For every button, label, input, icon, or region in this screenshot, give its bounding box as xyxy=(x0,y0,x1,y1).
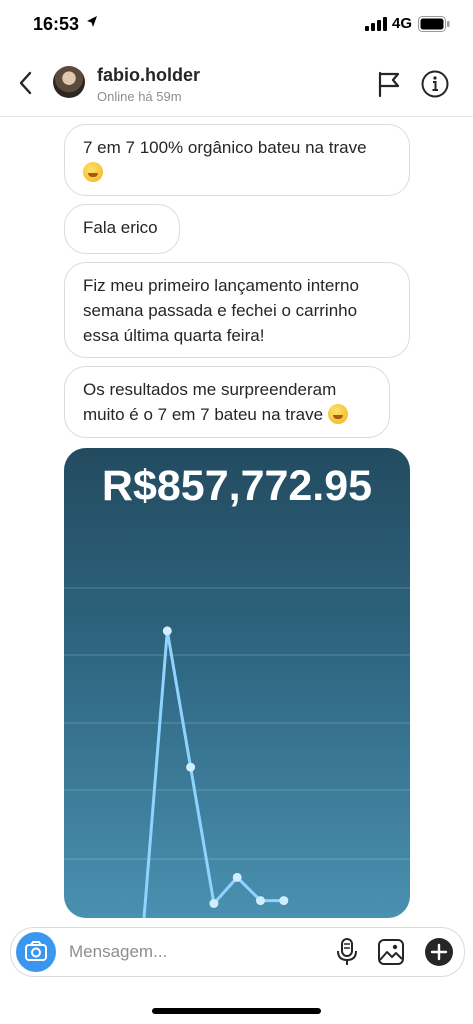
avatar[interactable] xyxy=(53,66,85,98)
status-time: 16:53 xyxy=(33,14,80,34)
message-bubble[interactable]: Fala erico xyxy=(64,204,180,254)
flag-icon[interactable] xyxy=(376,70,402,98)
chat-username[interactable]: fabio.holder xyxy=(97,65,200,86)
camera-icon xyxy=(25,941,47,961)
revenue-amount: R$857,772.95 xyxy=(101,462,373,510)
message-text: Fiz meu primeiro lançamento interno sema… xyxy=(83,276,359,345)
message-text: 7 em 7 100% orgânico bateu na trave xyxy=(83,138,367,157)
back-chevron-icon[interactable] xyxy=(14,68,40,98)
message-input[interactable] xyxy=(67,936,321,968)
home-indicator xyxy=(152,1008,321,1014)
network-type: 4G xyxy=(392,15,413,32)
add-plus-icon[interactable] xyxy=(424,937,454,967)
chart-data-point xyxy=(232,872,242,882)
message-text: Fala erico xyxy=(83,218,158,237)
chat-header: fabio.holder Online há 59m xyxy=(0,50,473,117)
chart-data-point xyxy=(279,896,289,906)
message-bubble[interactable]: Os resultados me surpreenderam muito é o… xyxy=(64,366,390,438)
message-text: Os resultados me surpreenderam muito é o… xyxy=(83,380,337,424)
location-arrow-icon xyxy=(86,15,98,34)
camera-button[interactable] xyxy=(16,932,56,972)
info-icon[interactable] xyxy=(420,69,450,99)
signal-icon xyxy=(365,17,387,36)
shared-chart-image[interactable]: R$857,772.95 xyxy=(64,448,410,918)
emoji-icon xyxy=(327,404,348,424)
gallery-icon[interactable] xyxy=(376,937,406,967)
chart-data-point xyxy=(186,762,196,772)
message-composer xyxy=(10,927,465,977)
message-bubble[interactable]: 7 em 7 100% orgânico bateu na trave xyxy=(64,124,410,196)
online-status: Online há 59m xyxy=(97,89,182,104)
message-bubble[interactable]: Fiz meu primeiro lançamento interno sema… xyxy=(64,262,410,358)
chart-data-point xyxy=(209,899,219,908)
battery-icon xyxy=(418,16,450,37)
chart-series-line xyxy=(142,629,284,918)
revenue-chart xyxy=(64,587,410,918)
chart-data-point xyxy=(256,896,265,906)
emoji-icon xyxy=(83,162,103,182)
status-bar: 16:53 4G xyxy=(0,0,473,50)
chart-data-point xyxy=(162,626,172,636)
microphone-icon[interactable] xyxy=(335,937,359,967)
